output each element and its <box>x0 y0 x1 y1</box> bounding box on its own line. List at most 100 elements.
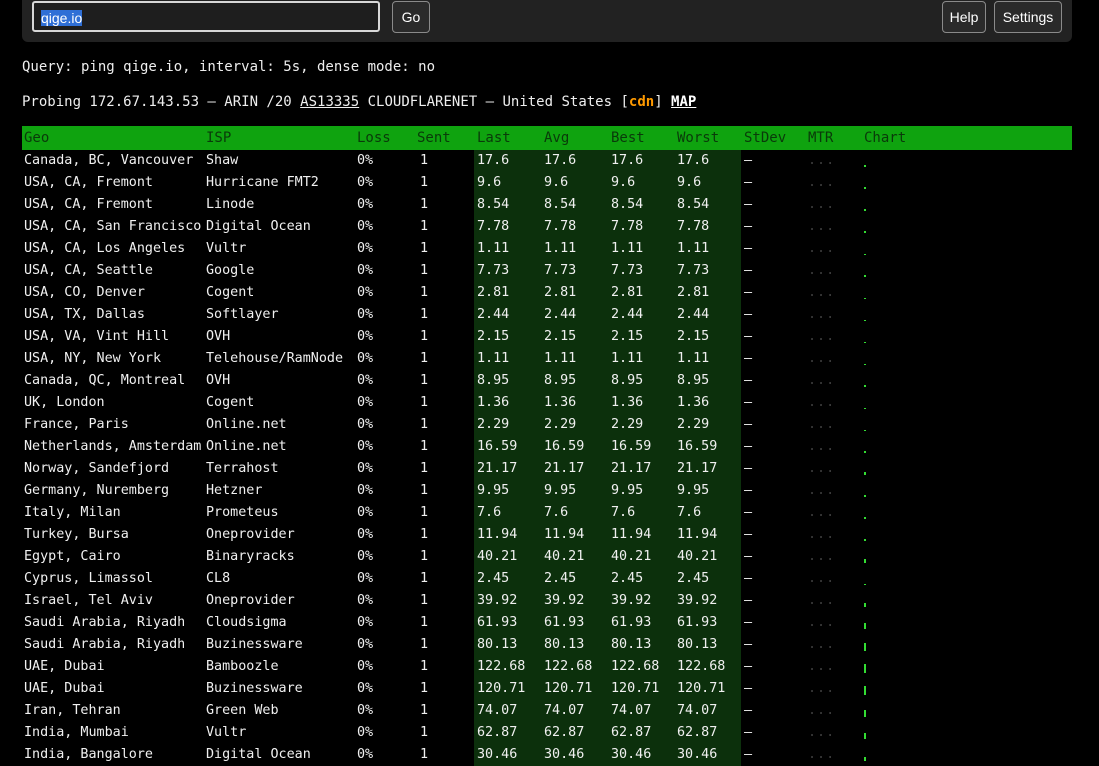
cell-geo: Norway, Sandefjord <box>24 461 170 476</box>
cell-best: 2.45 <box>611 571 644 586</box>
mtr-link[interactable]: ... <box>808 549 835 564</box>
latency-spark <box>864 733 866 739</box>
probe-close: ] <box>654 94 672 110</box>
mtr-link[interactable]: ... <box>808 175 835 190</box>
header-sent[interactable]: Sent <box>417 130 451 146</box>
help-button[interactable]: Help <box>942 1 986 33</box>
cell-loss: 0% <box>357 285 374 300</box>
cell-sent: 1 <box>420 153 429 168</box>
mtr-link[interactable]: ... <box>808 395 835 410</box>
mtr-link[interactable]: ... <box>808 637 835 652</box>
cell-avg: 2.44 <box>544 307 577 322</box>
mtr-link[interactable]: ... <box>808 747 835 762</box>
cell-sent: 1 <box>420 703 429 718</box>
cell-last: 74.07 <box>477 703 518 718</box>
mtr-link[interactable]: ... <box>808 307 835 322</box>
cell-stdev: – <box>744 351 753 366</box>
cell-worst: 7.78 <box>677 219 710 234</box>
latency-spark <box>864 320 866 321</box>
asn-link[interactable]: AS13335 <box>300 94 359 110</box>
cell-sent: 1 <box>420 527 429 542</box>
latency-spark <box>864 686 866 695</box>
mtr-link[interactable]: ... <box>808 527 835 542</box>
latency-spark <box>864 623 866 629</box>
mtr-link[interactable]: ... <box>808 153 835 168</box>
cell-best: 2.29 <box>611 417 644 432</box>
cell-best: 40.21 <box>611 549 652 564</box>
mtr-link[interactable]: ... <box>808 725 835 740</box>
mtr-link[interactable]: ... <box>808 351 835 366</box>
cell-worst: 7.73 <box>677 263 710 278</box>
cell-best: 2.81 <box>611 285 644 300</box>
mtr-link[interactable]: ... <box>808 241 835 256</box>
cell-last: 2.45 <box>477 571 510 586</box>
header-last[interactable]: Last <box>477 130 511 146</box>
mtr-link[interactable]: ... <box>808 263 835 278</box>
header-loss[interactable]: Loss <box>357 130 391 146</box>
header-isp[interactable]: ISP <box>206 130 231 146</box>
table-row: USA, TX, Dallas Softlayer 0% 1 2.44 2.44 2.44 2… <box>22 304 1072 326</box>
mtr-link[interactable]: ... <box>808 681 835 696</box>
latency-spark <box>864 165 866 167</box>
cell-geo: UK, London <box>24 395 105 410</box>
cell-stdev: – <box>744 263 753 278</box>
cell-loss: 0% <box>357 241 374 256</box>
cell-loss: 0% <box>357 527 374 542</box>
mtr-link[interactable]: ... <box>808 615 835 630</box>
cell-loss: 0% <box>357 505 374 520</box>
cell-best: 9.6 <box>611 175 636 190</box>
cell-last: 39.92 <box>477 593 518 608</box>
mtr-link[interactable]: ... <box>808 593 835 608</box>
cell-sent: 1 <box>420 175 429 190</box>
mtr-link[interactable]: ... <box>808 197 835 212</box>
cell-loss: 0% <box>357 747 374 762</box>
mtr-link[interactable]: ... <box>808 571 835 586</box>
cell-sent: 1 <box>420 395 429 410</box>
cell-avg: 7.6 <box>544 505 569 520</box>
mtr-link[interactable]: ... <box>808 659 835 674</box>
cell-geo: Canada, QC, Montreal <box>24 373 186 388</box>
cell-best: 11.94 <box>611 527 652 542</box>
map-link[interactable]: MAP <box>671 94 696 110</box>
latency-spark <box>864 298 866 299</box>
cell-best: 8.54 <box>611 197 644 212</box>
cell-isp: Oneprovider <box>206 593 295 608</box>
mtr-link[interactable]: ... <box>808 285 835 300</box>
mtr-link[interactable]: ... <box>808 219 835 234</box>
header-worst[interactable]: Worst <box>677 130 719 146</box>
cell-stdev: – <box>744 703 753 718</box>
header-mtr[interactable]: MTR <box>808 130 833 146</box>
cell-avg: 21.17 <box>544 461 585 476</box>
cell-stdev: – <box>744 593 753 608</box>
cell-sent: 1 <box>420 263 429 278</box>
mtr-link[interactable]: ... <box>808 461 835 476</box>
header-best[interactable]: Best <box>611 130 645 146</box>
query-input[interactable]: qige.io <box>32 1 380 32</box>
header-avg[interactable]: Avg <box>544 130 569 146</box>
cell-isp: Hetzner <box>206 483 263 498</box>
settings-button[interactable]: Settings <box>994 1 1062 33</box>
cell-stdev: – <box>744 417 753 432</box>
table-row: Cyprus, Limassol CL8 0% 1 2.45 2.45 2.45 2.45 –.… <box>22 568 1072 590</box>
mtr-link[interactable]: ... <box>808 329 835 344</box>
cell-stdev: – <box>744 637 753 652</box>
mtr-link[interactable]: ... <box>808 505 835 520</box>
header-geo[interactable]: Geo <box>24 130 49 146</box>
query-input-value: qige.io <box>41 10 83 26</box>
cell-geo: Turkey, Bursa <box>24 527 129 542</box>
table-row: USA, VA, Vint Hill OVH 0% 1 2.15 2.15 2.15 2.15… <box>22 326 1072 348</box>
mtr-link[interactable]: ... <box>808 439 835 454</box>
table-row: Germany, Nuremberg Hetzner 0% 1 9.95 9.95 9.95… <box>22 480 1072 502</box>
cell-isp: Shaw <box>206 153 239 168</box>
cell-geo: Canada, BC, Vancouver <box>24 153 194 168</box>
header-stdev[interactable]: StDev <box>744 130 786 146</box>
cell-worst: 2.29 <box>677 417 710 432</box>
cell-best: 30.46 <box>611 747 652 762</box>
mtr-link[interactable]: ... <box>808 417 835 432</box>
mtr-link[interactable]: ... <box>808 703 835 718</box>
cell-stdev: – <box>744 439 753 454</box>
go-button[interactable]: Go <box>392 1 430 33</box>
cell-worst: 1.11 <box>677 241 710 256</box>
mtr-link[interactable]: ... <box>808 373 835 388</box>
mtr-link[interactable]: ... <box>808 483 835 498</box>
